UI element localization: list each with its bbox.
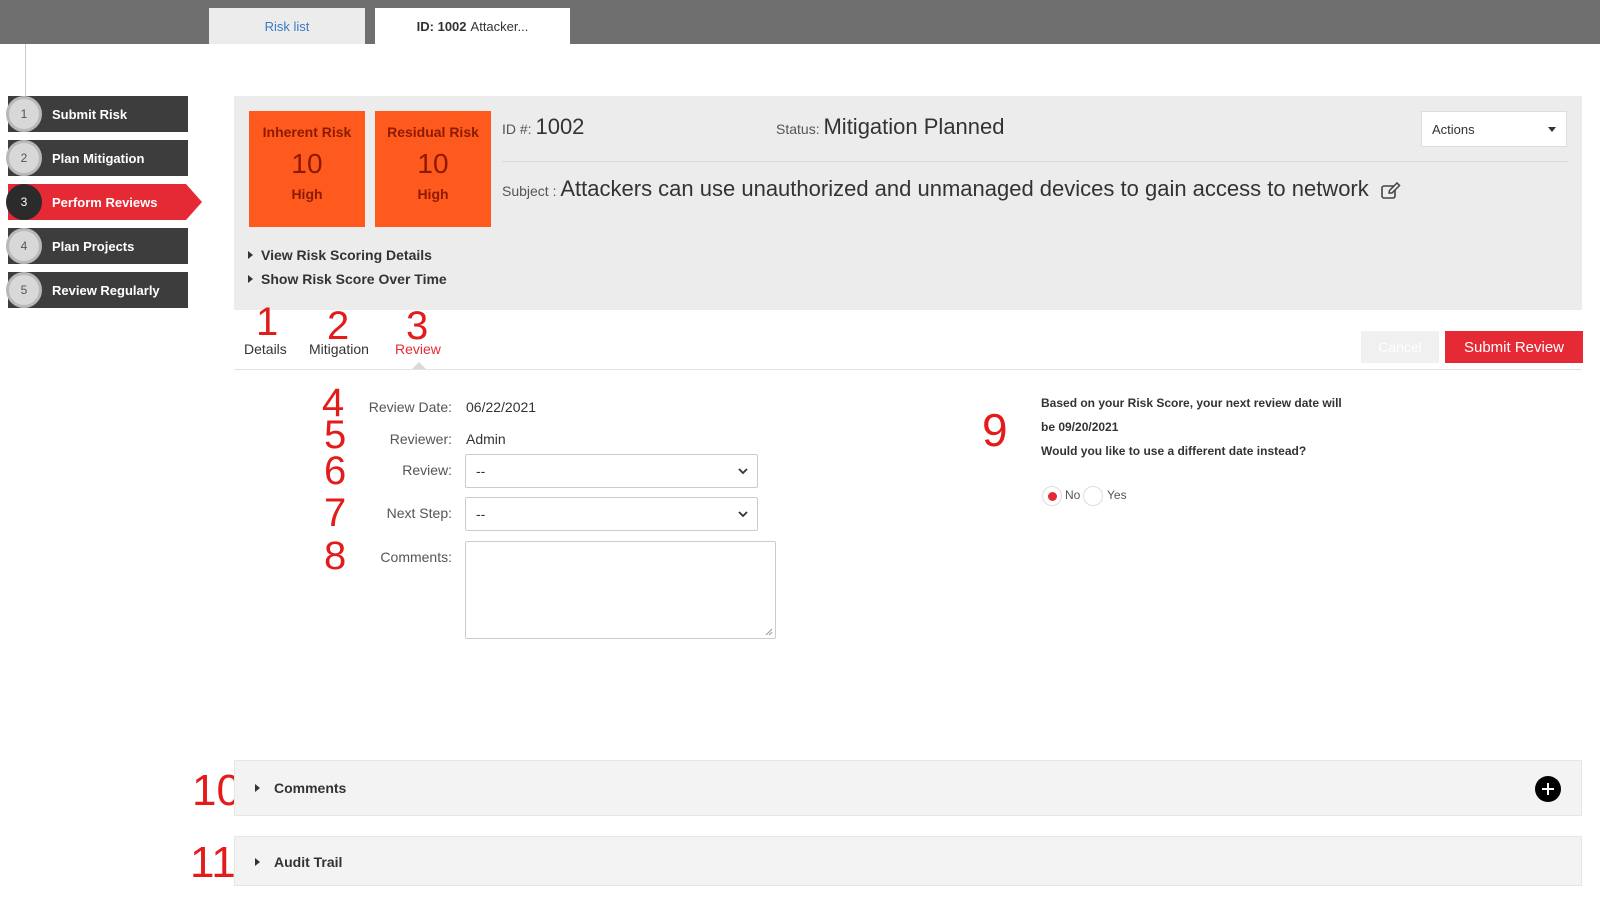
caret-down-icon [1548,127,1556,132]
tabs-divider [234,369,1582,370]
audit-trail-accordion[interactable]: Audit Trail [234,836,1582,886]
next-review-text-2: be 09/20/2021 [1041,420,1119,434]
comments-accordion-title: Comments [274,780,347,796]
audit-trail-accordion-title: Audit Trail [274,854,343,870]
active-tab-marker [412,362,426,369]
review-select[interactable]: -- [465,454,758,488]
step-plan-mitigation[interactable]: 2 Plan Mitigation [6,140,188,176]
tab-mitigation[interactable]: Mitigation [309,341,369,357]
actions-dropdown[interactable]: Actions [1421,111,1567,147]
residual-risk-title: Residual Risk [387,124,479,140]
annotation-2: 2 [327,304,350,348]
resize-grip-icon[interactable] [764,627,773,636]
submit-review-button[interactable]: Submit Review [1445,331,1583,363]
inherent-risk-box: Inherent Risk 10 High [249,111,365,227]
step-label: Review Regularly [52,282,160,298]
annotation-1: 1 [256,300,279,344]
inherent-risk-title: Inherent Risk [262,124,352,140]
next-step-select[interactable]: -- [465,497,758,531]
edit-icon[interactable] [1380,181,1401,203]
radio-no-label: No [1065,488,1081,502]
step-label: Perform Reviews [52,194,158,210]
reviewer-value: Admin [466,431,506,447]
step-review-regularly[interactable]: 5 Review Regularly [6,272,188,308]
inherent-risk-level: High [291,186,323,202]
next-review-question: Would you like to use a different date i… [1041,444,1307,458]
residual-risk-score: 10 [417,148,449,179]
review-date-label: Review Date: [368,399,452,415]
step-submit-risk[interactable]: 1 Submit Risk [6,96,188,132]
residual-risk-level: High [417,186,449,202]
step-perform-reviews[interactable]: 3 Perform Reviews [6,184,202,220]
step-label: Submit Risk [52,106,128,122]
steps-connector [25,44,26,104]
next-step-select-value: -- [476,506,486,522]
step-label: Plan Mitigation [52,150,145,166]
residual-risk-box: Residual Risk 10 High [375,111,491,227]
step-label: Plan Projects [52,238,135,254]
annotation-9: 9 [982,404,1008,456]
tab-risk-list[interactable]: Risk list [209,8,365,44]
show-risk-score-over-time-toggle[interactable]: Show Risk Score Over Time [248,271,447,287]
tab-review[interactable]: Review [395,341,441,357]
next-review-text-1: Based on your Risk Score, your next revi… [1041,396,1342,410]
risk-header-panel: Inherent Risk 10 High Residual Risk 10 H… [234,96,1582,310]
annotation-11: 11 [190,838,236,887]
risk-id: ID #: 1002 [502,114,584,140]
radio-yes-label: Yes [1107,488,1127,502]
chevron-down-icon [738,468,748,475]
view-risk-scoring-label: View Risk Scoring Details [261,247,432,263]
cancel-button[interactable]: Cancel [1361,331,1439,363]
review-date-value: 06/22/2021 [466,399,537,415]
risk-subject-label: Subject : [502,183,557,199]
next-step-label: Next Step: [386,505,452,521]
reviewer-label: Reviewer: [389,431,452,447]
risk-status: Status: Mitigation Planned [776,114,1005,140]
risk-status-value: Mitigation Planned [823,114,1005,139]
tab-risk-id: ID: 1002 [416,18,467,34]
view-risk-scoring-toggle[interactable]: View Risk Scoring Details [248,247,432,263]
divider [502,161,1568,162]
step-number: 4 [6,228,42,264]
add-comment-icon[interactable] [1535,776,1561,802]
step-number: 2 [6,140,42,176]
comments-textarea[interactable] [465,541,776,639]
chevron-down-icon [738,511,748,518]
review-select-value: -- [476,463,486,479]
tab-risk-1002[interactable]: ID: 1002 Attacker... [375,8,570,44]
risk-id-value: 1002 [535,114,585,139]
caret-right-icon [248,275,253,283]
tab-risk-title: Attacker... [470,18,529,34]
show-risk-score-label: Show Risk Score Over Time [261,271,447,287]
step-number: 3 [6,184,42,220]
caret-right-icon [255,858,260,866]
risk-id-label: ID #: [502,121,532,137]
caret-right-icon [248,251,253,259]
caret-right-icon [255,784,260,792]
annotation-3: 3 [406,304,429,348]
comments-accordion[interactable]: Comments [234,760,1582,816]
actions-label: Actions [1432,121,1475,137]
risk-subject: Subject : Attackers can use unauthorized… [502,176,1401,203]
tab-details[interactable]: Details [244,341,287,357]
comments-label: Comments: [380,549,452,565]
radio-no[interactable] [1042,486,1062,506]
risk-status-label: Status: [776,121,820,137]
review-select-label: Review: [402,462,452,478]
radio-yes[interactable] [1083,486,1103,506]
step-plan-projects[interactable]: 4 Plan Projects [6,228,188,264]
step-number: 1 [6,96,42,132]
inherent-risk-score: 10 [291,148,323,179]
step-number: 5 [6,272,42,308]
risk-subject-value: Attackers can use unauthorized and unman… [560,176,1369,201]
